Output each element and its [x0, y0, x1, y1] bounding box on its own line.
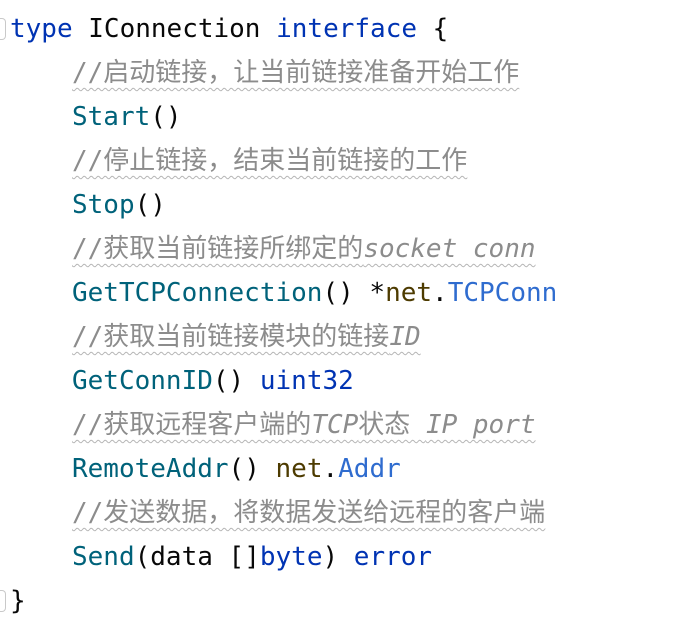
- type-uint32: uint32: [259, 366, 354, 396]
- code-line-stop: Stop(): [72, 183, 166, 227]
- send-args: (data []: [134, 542, 260, 572]
- method-stop: Stop: [72, 190, 135, 220]
- type-error: error: [353, 542, 433, 572]
- comment-getconn: //获取当前链接所绑定的socket conn: [72, 234, 536, 264]
- code-line-getconn: GetTCPConnection() *net.TCPConn: [72, 271, 557, 315]
- comment-remote: //获取远程客户端的TCP状态 IP port: [72, 410, 536, 440]
- start-parens: (): [150, 102, 182, 132]
- open-brace: {: [417, 14, 449, 44]
- fold-marker-open[interactable]: [0, 18, 6, 40]
- close-brace: }: [10, 586, 26, 616]
- code-line-comment-getid: //获取当前链接模块的链接ID: [72, 315, 421, 359]
- comment-start: //启动链接，让当前链接准备开始工作: [72, 58, 520, 88]
- keyword-type: type: [10, 14, 73, 44]
- code-line-start: Start(): [72, 95, 182, 139]
- code-line-comment-start: //启动链接，让当前链接准备开始工作: [72, 51, 519, 95]
- package-net-2: net: [275, 454, 323, 484]
- package-net: net: [385, 278, 433, 308]
- getconn-parens: () *: [322, 278, 386, 308]
- send-args-close: ): [322, 542, 354, 572]
- code-line-comment-stop: //停止链接，结束当前链接的工作: [72, 139, 467, 183]
- method-send: Send: [72, 542, 135, 572]
- method-getconnid: GetConnID: [72, 366, 213, 396]
- code-line-interface-decl: type IConnection interface {: [10, 7, 448, 51]
- code-line-getid: GetConnID() uint32: [72, 359, 354, 403]
- keyword-interface: interface: [276, 14, 418, 44]
- comment-getid: //获取当前链接模块的链接ID: [72, 322, 421, 352]
- code-editor[interactable]: type IConnection interface { //启动链接，让当前链…: [0, 0, 694, 628]
- type-tcpconn: TCPConn: [447, 278, 558, 308]
- comment-send: //发送数据，将数据发送给远程的客户端: [72, 498, 546, 528]
- code-line-remote: RemoteAddr() net.Addr: [72, 447, 401, 491]
- interface-name: IConnection: [72, 14, 277, 44]
- fold-marker-close[interactable]: [0, 590, 6, 612]
- remote-parens: (): [228, 454, 276, 484]
- code-line-comment-getconn: //获取当前链接所绑定的socket conn: [72, 227, 536, 271]
- method-remoteaddr: RemoteAddr: [72, 454, 229, 484]
- method-gettcpconnection: GetTCPConnection: [72, 278, 323, 308]
- type-byte: byte: [259, 542, 323, 572]
- code-line-comment-remote: //获取远程客户端的TCP状态 IP port: [72, 403, 536, 447]
- getid-parens: (): [212, 366, 260, 396]
- dot-2: .: [322, 454, 339, 484]
- type-addr: Addr: [338, 454, 401, 484]
- code-line-send: Send(data []byte) error: [72, 535, 432, 579]
- code-line-close: }: [10, 579, 26, 623]
- comment-stop: //停止链接，结束当前链接的工作: [72, 146, 468, 176]
- code-line-comment-send: //发送数据，将数据发送给远程的客户端: [72, 491, 545, 535]
- stop-parens: (): [134, 190, 166, 220]
- dot: .: [432, 278, 448, 308]
- method-start: Start: [72, 102, 151, 132]
